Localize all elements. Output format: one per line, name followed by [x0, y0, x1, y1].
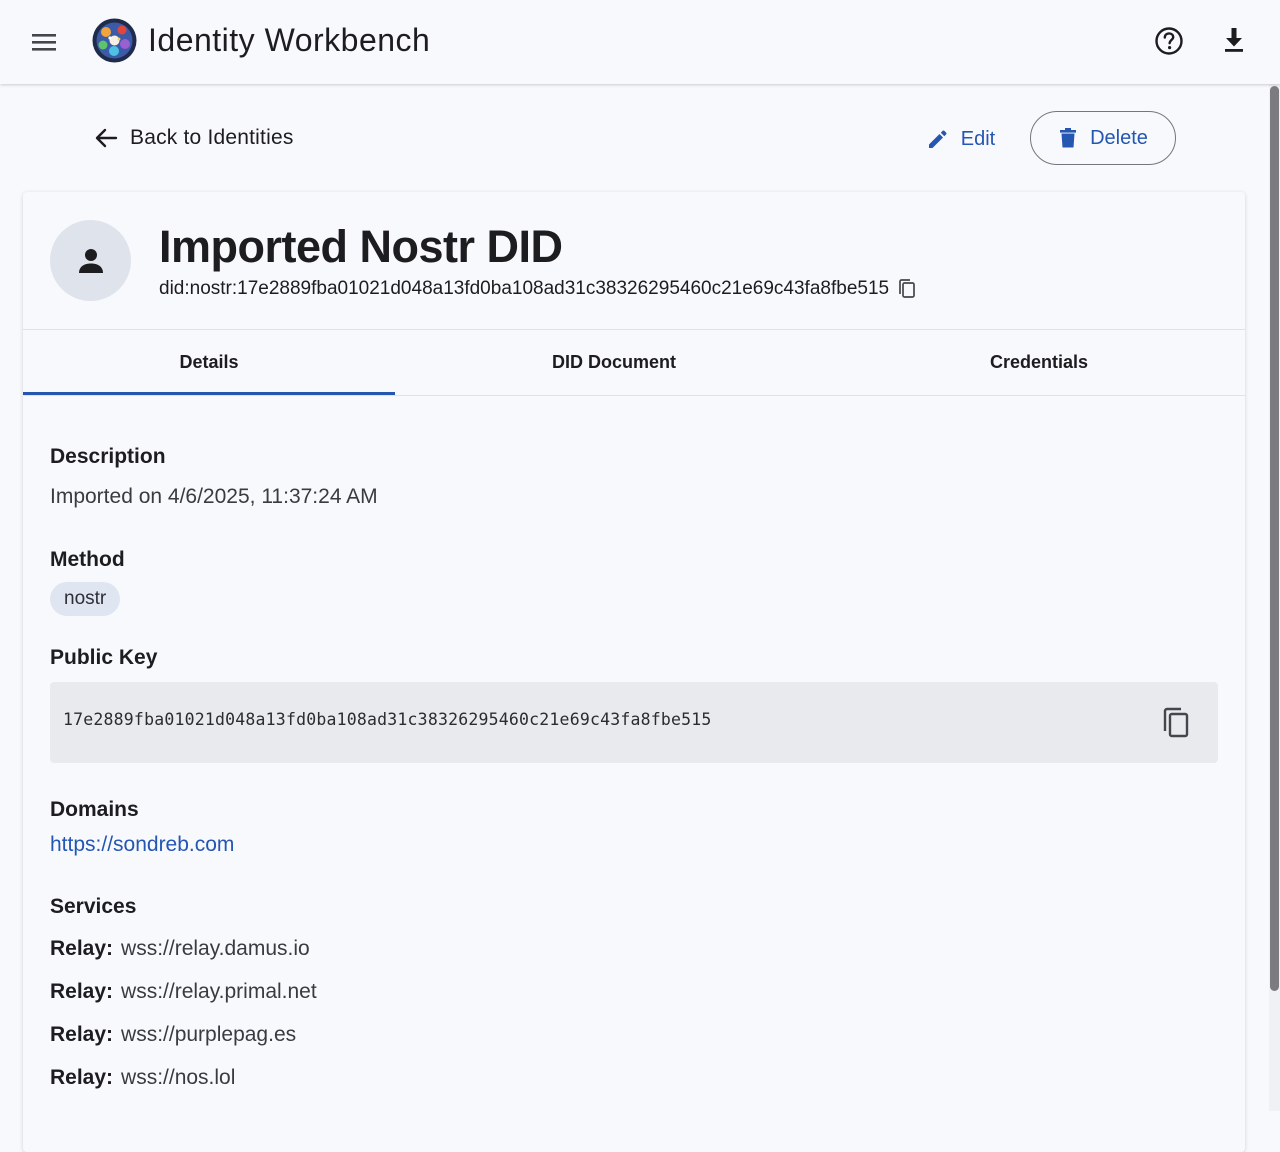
service-row: Relay: wss://relay.damus.io: [50, 937, 310, 961]
avatar: [50, 220, 131, 301]
tab-details[interactable]: Details: [23, 330, 395, 395]
service-endpoint: wss://relay.primal.net: [121, 980, 317, 1003]
app-title: Identity Workbench: [148, 22, 431, 58]
help-icon[interactable]: [1151, 23, 1187, 59]
service-endpoint: wss://relay.damus.io: [121, 937, 310, 960]
description-value: Imported on 4/6/2025, 11:37:24 AM: [50, 485, 378, 508]
method-label: Method: [50, 548, 125, 571]
identity-card: Imported Nostr DID did:nostr:17e2889fba0…: [23, 192, 1245, 1152]
method-chip: nostr: [50, 582, 121, 616]
arrow-back-icon: [95, 128, 118, 148]
edit-button[interactable]: Edit: [920, 118, 1002, 160]
service-row: Relay: wss://relay.primal.net: [50, 980, 317, 1004]
tab-did-document[interactable]: DID Document: [395, 330, 833, 395]
service-type: Relay:: [50, 1066, 114, 1089]
public-key-label: Public Key: [50, 646, 158, 669]
download-icon[interactable]: [1216, 22, 1252, 58]
copy-icon[interactable]: [897, 278, 917, 300]
tab-bar: Details DID Document Credentials: [23, 330, 1245, 395]
edit-icon: [928, 130, 947, 148]
person-icon: [78, 248, 103, 273]
top-app-bar: Identity Workbench: [0, 0, 1280, 84]
description-label: Description: [50, 445, 166, 468]
copy-icon[interactable]: [1158, 705, 1194, 741]
service-type: Relay:: [50, 937, 114, 960]
service-type: Relay:: [50, 980, 114, 1003]
menu-icon[interactable]: [26, 24, 62, 60]
public-key-box: 17e2889fba01021d048a13fd0ba108ad31c38326…: [50, 682, 1218, 763]
app-logo-icon: [92, 18, 137, 63]
domains-label: Domains: [50, 798, 139, 821]
service-row: Relay: wss://purplepag.es: [50, 1023, 296, 1047]
service-endpoint: wss://purplepag.es: [121, 1023, 297, 1046]
back-link-label: Back to Identities: [130, 126, 294, 149]
service-endpoint: wss://nos.lol: [121, 1066, 236, 1089]
services-label: Services: [50, 895, 137, 918]
did-line: did:nostr:17e2889fba01021d048a13fd0ba108…: [159, 278, 917, 300]
delete-button-label: Delete: [1090, 126, 1148, 149]
public-key-value: 17e2889fba01021d048a13fd0ba108ad31c38326…: [63, 710, 712, 729]
domain-link[interactable]: https://sondreb.com: [50, 833, 234, 857]
delete-icon: [1060, 128, 1077, 148]
page-scrollbar[interactable]: [1269, 84, 1280, 1111]
tab-credentials[interactable]: Credentials: [833, 330, 1245, 395]
service-row: Relay: wss://nos.lol: [50, 1066, 235, 1090]
identity-name: Imported Nostr DID: [159, 221, 563, 272]
scrollbar-thumb[interactable]: [1270, 86, 1279, 991]
back-to-identities-link[interactable]: Back to Identities: [92, 118, 294, 158]
edit-button-label: Edit: [960, 127, 996, 150]
tabs-divider: [23, 395, 1245, 396]
service-type: Relay:: [50, 1023, 114, 1046]
delete-button[interactable]: Delete: [1030, 111, 1176, 165]
did-value: did:nostr:17e2889fba01021d048a13fd0ba108…: [159, 278, 890, 299]
